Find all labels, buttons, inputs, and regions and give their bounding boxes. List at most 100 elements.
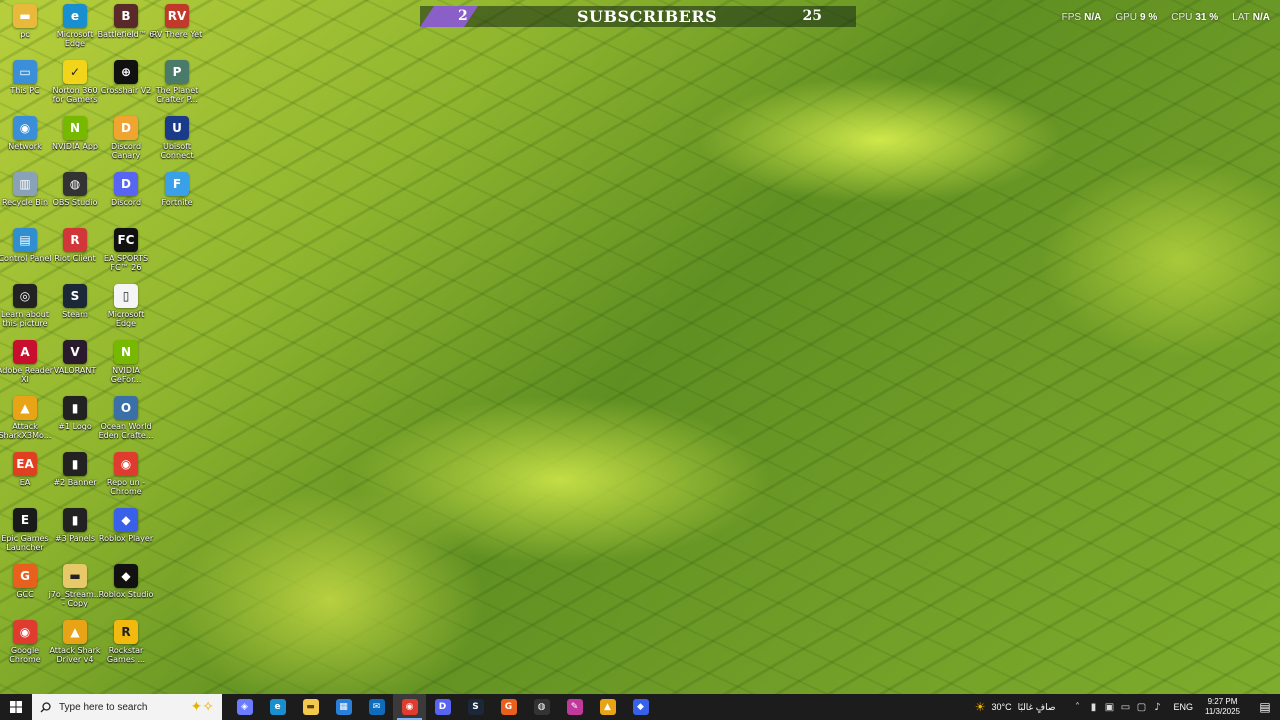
desktop-icon[interactable]: e Microsoft Edge [50, 4, 100, 60]
crosshair-icon: ⊕ [114, 60, 138, 84]
desktop-icon[interactable]: ◉ Repo un - Chrome [101, 452, 151, 508]
desktop-icon-label: VALORANT [53, 366, 97, 375]
desktop-icon[interactable]: G GCC [0, 564, 50, 620]
desktop-icon-label: OBS Studio [52, 198, 98, 207]
subscriber-left-number: 2 [458, 8, 468, 24]
desktop-icon[interactable]: ◎ Learn about this picture [0, 284, 50, 340]
desktop-icon[interactable]: ◍ OBS Studio [50, 172, 100, 228]
search-placeholder: Type here to search [59, 701, 148, 713]
desktop-icon[interactable]: ▬ pc [0, 4, 50, 60]
language-indicator[interactable]: ENG [1173, 702, 1193, 712]
desktop-icon-label: Norton 360 for Gamers [52, 86, 98, 104]
performance-overlay: FPS N/A GPU 9 % CPU 31 % LAT N/A [1062, 12, 1270, 23]
taskbar-app-button[interactable]: ▬ [294, 694, 327, 720]
taskbar-app-button[interactable]: e [261, 694, 294, 720]
desktop-icon[interactable]: U Ubisoft Connect [152, 116, 202, 172]
taskbar: Type here to search ✦✧ ◈ e ▬ ▦ ✉ ◉ D S G ◍ ✎ ▲ ◆ ☀ 3… [0, 694, 1280, 720]
notification-icon[interactable]: ▤ [1250, 700, 1280, 714]
desktop-icon[interactable]: ▯ Microsoft Edge [101, 284, 151, 340]
desktop-icon-label: Roblox Player [98, 534, 154, 543]
network-icon[interactable]: ▭ [1117, 702, 1133, 713]
desktop-icon[interactable]: N NVIDIA App [50, 116, 100, 172]
desktop-icon[interactable]: RV RV There Yet [152, 4, 202, 60]
desktop-icon[interactable]: ▥ Recycle Bin [0, 172, 50, 228]
taskbar-app-button[interactable]: D [426, 694, 459, 720]
desktop-icon[interactable]: A Adobe Reader XI [0, 340, 53, 396]
monitor-icon[interactable]: ▢ [1133, 702, 1149, 713]
desktop-icon[interactable]: ▤ Control Panel [0, 228, 52, 284]
desktop-icon[interactable]: ▭ This PC [0, 60, 50, 116]
taskbar-app-button[interactable]: ◉ [393, 694, 426, 720]
desktop-icon[interactable]: S Steam [50, 284, 100, 340]
taskbar-app-button[interactable]: ▲ [591, 694, 624, 720]
clock[interactable]: 9:27 PM 11/3/2025 [1205, 697, 1240, 717]
desktop-icon[interactable]: ◆ Roblox Player [99, 508, 153, 564]
roblox-studio-icon: ◆ [114, 564, 138, 588]
desktop-icon[interactable]: ▲ Attack SharkX3Mo... [0, 396, 51, 452]
file-explorer-icon: ▬ [302, 699, 319, 715]
desktop-icon-label: #2 Banner [53, 478, 97, 487]
search-box[interactable]: Type here to search ✦✧ [32, 694, 222, 720]
desktop-icon-label: The Planet Crafter P... [155, 86, 199, 104]
desktop-icon[interactable]: EA EA [0, 452, 50, 508]
desktop-icon[interactable]: ✓ Norton 360 for Gamers [50, 60, 100, 116]
discord-icon: D [434, 699, 451, 715]
camera-icon: ◎ [13, 284, 37, 308]
desktop-icon[interactable]: ▬ j7o_Stream... - Copy [49, 564, 101, 620]
taskbar-app-button[interactable]: ✉ [360, 694, 393, 720]
desktop-icon[interactable]: F Fortnite [152, 172, 202, 228]
taskbar-app-button[interactable]: ✎ [558, 694, 591, 720]
desktop-icon[interactable]: P The Planet Crafter P... [152, 60, 202, 116]
desktop-icon[interactable]: R Riot Client [50, 228, 100, 284]
desktop-icon[interactable]: ▮ #2 Banner [50, 452, 100, 508]
desktop-icon[interactable]: B Battlefield™ 6 [98, 4, 154, 60]
device-icon[interactable]: ▣ [1101, 702, 1117, 713]
volume-icon[interactable]: ♪ [1149, 702, 1165, 713]
desktop-icon-label: Fortnite [161, 198, 193, 207]
desktop-icon[interactable]: R Rockstar Games ... [101, 620, 151, 676]
taskbar-app-button[interactable]: ▦ [327, 694, 360, 720]
perf-fps: FPS N/A [1061, 12, 1102, 23]
control-panel-icon: ▤ [13, 228, 37, 252]
desktop-icon-label: Crosshair V2 [100, 86, 152, 95]
banner-stripe [420, 6, 478, 27]
desktop-icon[interactable]: ▮ #3 Panels [50, 508, 100, 564]
pen-icon: ✎ [566, 699, 583, 715]
desktop-icon[interactable]: FC EA SPORTS FC™ 26 [101, 228, 151, 284]
taskbar-app-button[interactable]: G [492, 694, 525, 720]
chevron-up-icon[interactable]: ˄ [1069, 702, 1085, 713]
desktop-icon[interactable]: ◉ Network [0, 116, 50, 172]
search-highlight-icon[interactable]: ✦✧ [191, 699, 214, 715]
adobe-reader-icon: A [13, 340, 37, 364]
desktop-icon-label: Ubisoft Connect [160, 142, 194, 160]
desktop-icon[interactable]: V VALORANT [50, 340, 100, 396]
file-icon: ▮ [63, 452, 87, 476]
desktop-icon-label: Roblox Studio [98, 590, 154, 599]
desktop-icon[interactable]: E Epic Games Launcher [0, 508, 50, 564]
desktop-icon[interactable]: N NVIDIA GeFor... [101, 340, 151, 396]
gcc-icon: G [13, 564, 37, 588]
desktop-icon[interactable]: ▮ #1 Logo [50, 396, 100, 452]
desktop-icon-label: Attack Shark Driver v4 [49, 646, 101, 664]
taskbar-app-button[interactable]: S [459, 694, 492, 720]
taskbar-app-button[interactable]: ◆ [624, 694, 657, 720]
desktop-icon-label: Riot Client [54, 254, 96, 263]
desktop-icon-label: Discord Canary [110, 142, 142, 160]
desktop-icon[interactable]: ⊕ Crosshair V2 [101, 60, 151, 116]
desktop-icon[interactable]: ◆ Roblox Studio [99, 564, 153, 620]
norton-icon: ✓ [63, 60, 87, 84]
weather-widget[interactable]: ☀ 30°C صافٍ غالبًا [975, 700, 1056, 714]
desktop-icon[interactable]: D Discord Canary [101, 116, 151, 172]
microphone-icon[interactable]: ▮ [1085, 702, 1101, 713]
desktop-icon[interactable]: O Ocean World Eden Crafte... [99, 396, 153, 452]
start-button[interactable] [0, 694, 32, 720]
chrome-icon: ◉ [13, 620, 37, 644]
desktop-icon[interactable]: D Discord [101, 172, 151, 228]
desktop-icon[interactable]: ▲ Attack Shark Driver v4 [49, 620, 101, 676]
steam-icon: S [63, 284, 87, 308]
folder-icon: ▬ [13, 4, 37, 28]
taskbar-app-button[interactable]: ◍ [525, 694, 558, 720]
desktop-icon[interactable]: ◉ Google Chrome [0, 620, 50, 676]
taskbar-app-button[interactable]: ◈ [228, 694, 261, 720]
file-icon: ▮ [63, 508, 87, 532]
